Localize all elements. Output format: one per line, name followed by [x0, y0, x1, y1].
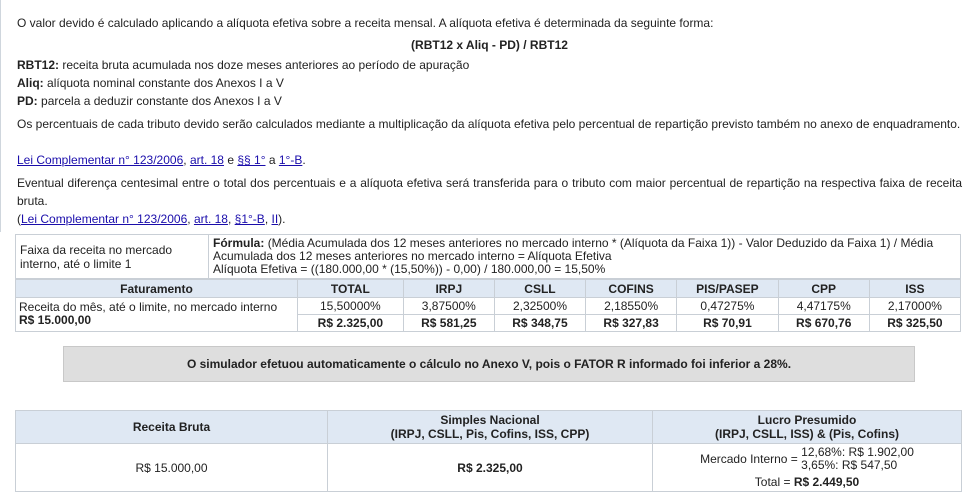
table-row: Receita do mês, até o limite, no mercado…	[15, 297, 962, 332]
col-header: PIS/PASEP	[676, 279, 779, 298]
link-par-1b[interactable]: §1°-B	[235, 212, 265, 226]
faixa-formula: Fórmula: (Média Acumulada dos 12 meses a…	[208, 234, 961, 279]
percent-cell: 4,47175%	[777, 297, 870, 315]
intro-text: O valor devido é calculado aplicando a a…	[17, 16, 714, 30]
sep: a	[268, 153, 276, 167]
lucro-total: Total = R$ 2.449,50	[655, 475, 959, 489]
col-header: COFINS	[585, 279, 678, 298]
def-pd: PD: parcela a deduzir constante dos Anex…	[17, 92, 962, 110]
para-percentuais: Os percentuais de cada tributo devido se…	[17, 117, 961, 131]
def-term: PD:	[17, 94, 38, 108]
page: O valor devido é calculado aplicando a a…	[0, 0, 968, 499]
table-header-row: Faturamento TOTAL IRPJ CSLL COFINS PIS/P…	[15, 279, 962, 298]
header-sub: (IRPJ, CSLL, Pis, Cofins, ISS, CPP)	[390, 427, 590, 441]
value-cell: R$ 327,83	[585, 314, 678, 332]
def-term: RBT12:	[17, 58, 60, 72]
sep: ).	[278, 212, 286, 226]
percent-cell: 2,17000%	[868, 297, 962, 315]
total-label: Total =	[754, 475, 791, 489]
header-title: Lucro Presumido	[757, 413, 857, 427]
col-header: ISS	[868, 279, 962, 298]
def-text: parcela a deduzir constante dos Anexos I…	[41, 94, 282, 108]
link-par-1[interactable]: §§ 1°	[237, 153, 265, 167]
col-header-lucro: Lucro Presumido (IRPJ, CSLL, ISS) & (Pis…	[652, 410, 962, 444]
row-label: Receita do mês, até o limite, no mercado…	[19, 300, 278, 314]
def-text: alíquota nominal constante dos Anexos I …	[47, 76, 284, 90]
lucro-line-2: 3,65%: R$ 547,50	[801, 458, 898, 472]
def-text: receita bruta acumulada nos doze meses a…	[62, 58, 470, 72]
sep: ,	[264, 212, 269, 226]
legal-ref-2: (Lei Complementar n° 123/2006, art. 18, …	[17, 210, 962, 228]
value-cell: R$ 670,76	[777, 314, 870, 332]
value-cell: R$ 348,75	[493, 314, 587, 332]
percent-cell: 2,32500%	[493, 297, 587, 315]
simples-value: R$ 2.325,00	[327, 443, 653, 492]
header-sub: (IRPJ, CSLL, ISS) & (Pis, Cofins)	[714, 427, 899, 441]
link-lei-complementar[interactable]: Lei Complementar n° 123/2006	[21, 212, 187, 226]
col-header: CSLL	[493, 279, 587, 298]
formula-label: Fórmula:	[213, 236, 265, 250]
mercado-label: Mercado Interno =	[700, 452, 798, 466]
link-par-1b[interactable]: 1°-B	[279, 153, 302, 167]
value-cell: R$ 2.325,00	[297, 314, 404, 332]
link-art-18[interactable]: art. 18	[190, 153, 224, 167]
def-rbt12: RBT12: receita bruta acumulada nos doze …	[17, 56, 962, 74]
comparativo-table: Receita Bruta Simples Nacional (IRPJ, CS…	[15, 410, 962, 492]
formula-calc: Alíquota Efetiva = ((180.000,00 * (15,50…	[213, 262, 606, 276]
sep: ,	[227, 212, 232, 226]
value-cell: R$ 325,50	[868, 314, 962, 332]
receita-value: R$ 15.000,00	[15, 443, 328, 492]
col-header-simples: Simples Nacional (IRPJ, CSLL, Pis, Cofin…	[327, 410, 653, 444]
col-header: TOTAL	[297, 279, 404, 298]
formula-text: (RBT12 x Aliq - PD) / RBT12	[411, 38, 568, 52]
percent-cell: 2,18550%	[585, 297, 678, 315]
percent-cell: 3,87500%	[402, 297, 495, 315]
sep: ,	[183, 153, 187, 167]
row-label-cell: Receita do mês, até o limite, no mercado…	[15, 297, 298, 332]
link-art-18[interactable]: art. 18	[194, 212, 228, 226]
value-cell: R$ 581,25	[402, 314, 495, 332]
table-header-row: Receita Bruta Simples Nacional (IRPJ, CS…	[15, 410, 962, 444]
faixa-label: Faixa da receita no mercado interno, até…	[15, 234, 209, 279]
anexo-v-notice: O simulador efetuou automaticamente o cá…	[63, 346, 915, 382]
total-value: R$ 2.449,50	[793, 475, 860, 489]
sep: e	[227, 153, 234, 167]
col-header: Faturamento	[15, 279, 298, 298]
sep: .	[302, 153, 306, 167]
col-header-receita: Receita Bruta	[15, 410, 328, 444]
percent-cell: 15,50000%	[297, 297, 404, 315]
para-diferenca: Eventual diferença centesimal entre o to…	[17, 176, 962, 208]
sep: ,	[187, 212, 191, 226]
percent-cell: 0,47275%	[676, 297, 779, 315]
lucro-cell: Mercado Interno = 12,68%: R$ 1.902,00 3,…	[652, 443, 962, 492]
value-cell: R$ 70,91	[676, 314, 779, 332]
col-header: CPP	[777, 279, 870, 298]
formula-text: (Média Acumulada dos 12 meses anteriores…	[213, 236, 934, 263]
legal-ref-1: Lei Complementar n° 123/2006, art. 18 e …	[17, 151, 962, 169]
lucro-values: 12,68%: R$ 1.902,00 3,65%: R$ 547,50	[801, 446, 914, 472]
col-header: IRPJ	[402, 279, 495, 298]
header-title: Simples Nacional	[440, 413, 540, 427]
table-row: R$ 15.000,00 R$ 2.325,00 Mercado Interno…	[15, 443, 962, 492]
tributos-table: Faturamento TOTAL IRPJ CSLL COFINS PIS/P…	[15, 279, 962, 332]
row-value: R$ 15.000,00	[19, 313, 92, 327]
lucro-breakdown: Mercado Interno = 12,68%: R$ 1.902,00 3,…	[700, 446, 914, 472]
faixa-table: Faixa da receita no mercado interno, até…	[15, 234, 961, 279]
def-aliq: Aliq: alíquota nominal constante dos Ane…	[17, 74, 962, 92]
link-lei-complementar[interactable]: Lei Complementar n° 123/2006	[17, 153, 183, 167]
def-term: Aliq:	[17, 76, 44, 90]
